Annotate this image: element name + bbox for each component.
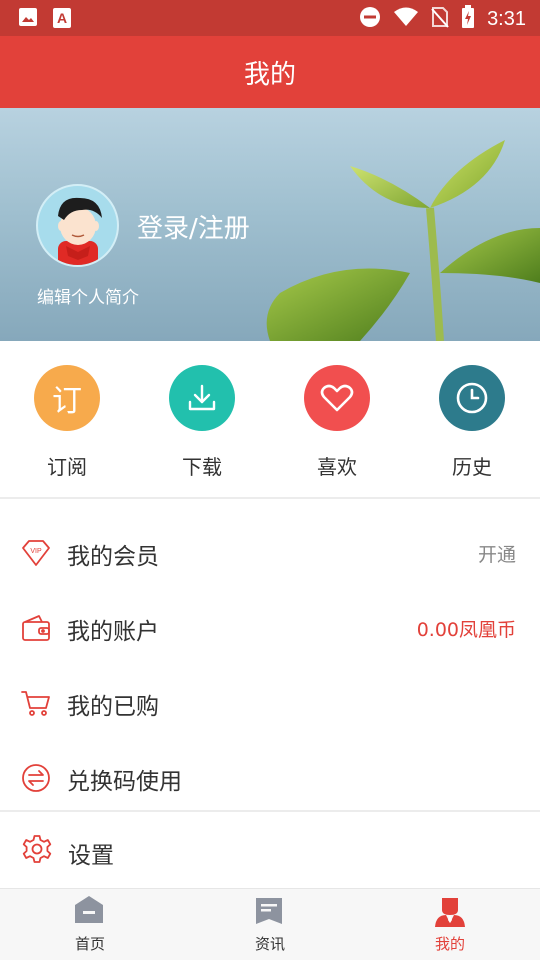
menu-item-settings[interactable]: 设置: [0, 812, 540, 888]
tab-mine[interactable]: 我的: [360, 889, 540, 960]
quick-action-like[interactable]: 喜欢: [277, 365, 397, 480]
tab-news[interactable]: 资讯: [180, 889, 360, 960]
menu-item-label: 我的会员: [67, 543, 159, 570]
exchange-icon: [21, 763, 51, 793]
profile-banner: 登录/注册 编辑个人简介: [0, 108, 540, 341]
news-icon: [254, 895, 284, 929]
menu-item-label: 我的已购: [67, 693, 159, 720]
quick-action-label: 历史: [452, 455, 492, 479]
menu-item-label: 兑换码使用: [67, 768, 182, 795]
menu-item-membership[interactable]: VIP 我的会员 开通: [0, 516, 540, 591]
vip-diamond-icon: VIP: [21, 538, 51, 568]
quick-action-label: 下载: [182, 455, 222, 479]
wifi-icon: [393, 7, 419, 31]
tab-label: 资讯: [254, 935, 285, 953]
clock-icon: [439, 365, 505, 431]
svg-text:VIP: VIP: [30, 548, 42, 555]
quick-action-download[interactable]: 下载: [142, 365, 262, 480]
profile-icon: [434, 895, 466, 931]
tab-label: 首页: [74, 935, 105, 953]
subscribe-icon: 订: [34, 365, 100, 431]
download-icon: [169, 365, 235, 431]
cart-icon: [21, 688, 51, 718]
title-bar: 我的: [0, 36, 540, 108]
bottom-tab-bar: 首页 资讯 我的: [0, 888, 540, 960]
quick-action-subscribe[interactable]: 订 订阅: [7, 365, 127, 480]
tab-home[interactable]: 首页: [0, 889, 180, 960]
quick-action-label: 订阅: [47, 455, 87, 479]
settings-label: 设置: [68, 843, 114, 869]
quick-actions: 订 订阅 下载 喜欢 历史: [0, 341, 540, 499]
page-title: 我的: [243, 59, 296, 90]
avatar[interactable]: [36, 184, 119, 267]
do-not-disturb-icon: [359, 6, 381, 32]
no-sim-icon: [431, 6, 449, 32]
menu-item-label: 我的账户: [67, 618, 159, 645]
plant-illustration: [266, 140, 540, 341]
menu-item-redeem-code[interactable]: 兑换码使用: [0, 741, 540, 816]
home-icon: [74, 895, 104, 929]
tab-label: 我的: [434, 935, 465, 953]
quick-action-label: 喜欢: [317, 455, 357, 479]
edit-profile-intro-link[interactable]: 编辑个人简介: [37, 283, 139, 308]
wallet-icon: [21, 613, 51, 643]
menu-item-account[interactable]: 我的账户 0.00凤凰币: [0, 591, 540, 666]
status-bar: A 3:31: [0, 0, 540, 36]
svg-text:A: A: [57, 10, 67, 26]
heart-icon: [304, 365, 370, 431]
gear-icon: [22, 834, 52, 868]
status-time: 3:31: [487, 7, 526, 30]
quick-action-history[interactable]: 历史: [412, 365, 532, 480]
battery-charging-icon: [461, 5, 475, 33]
account-balance: 0.00凤凰币: [416, 619, 516, 641]
image-icon: [18, 7, 38, 33]
text-app-icon: A: [52, 7, 72, 33]
login-register-link[interactable]: 登录/注册: [137, 208, 250, 245]
membership-activate-link[interactable]: 开通: [478, 540, 516, 567]
menu-list: VIP 我的会员 开通 我的账户 0.00凤凰币 我的已购 兑换码使用: [0, 516, 540, 816]
menu-item-purchased[interactable]: 我的已购: [0, 666, 540, 741]
